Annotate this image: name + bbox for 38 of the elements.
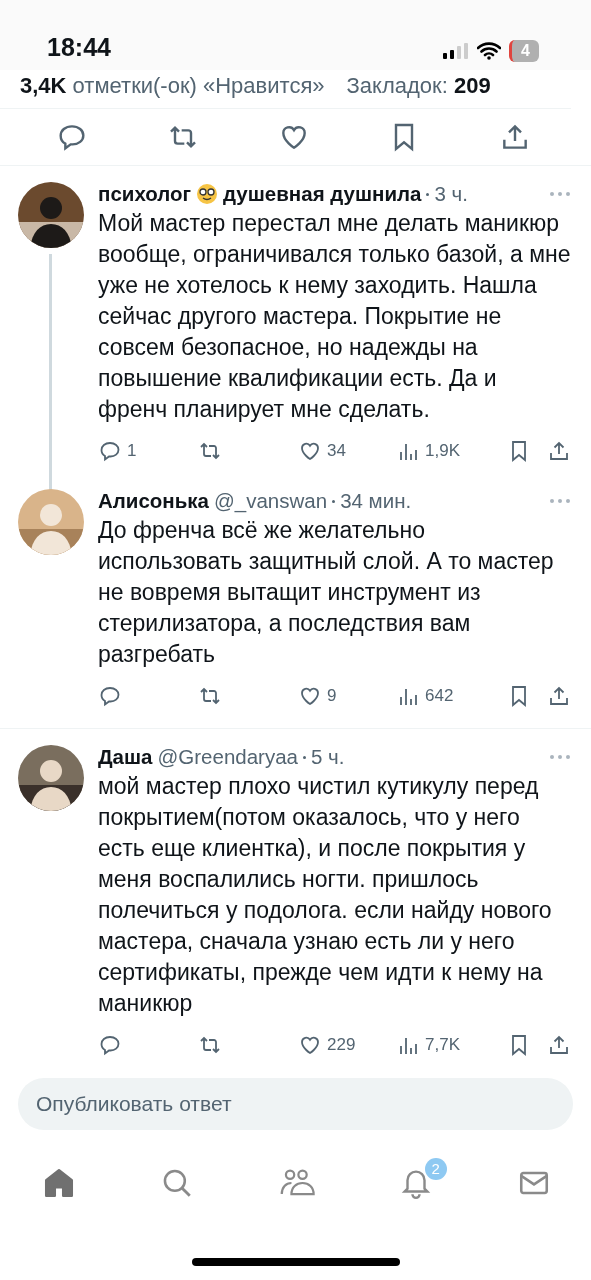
emoji-icon (196, 183, 219, 205)
author-name: Даша (98, 745, 153, 769)
author-name: психолог (98, 182, 192, 206)
author-handle: @_vanswan (214, 489, 328, 513)
status-time: 18:44 (47, 33, 111, 62)
reply-icon[interactable] (98, 1033, 122, 1057)
reply-text: До френча всё же желательно использовать защитный слой. А то мастер не вовремя вытащит инструмент из стерилизатора, а последствия вам разгребать (98, 516, 555, 669)
view-count: 642 (425, 686, 454, 706)
signal-icon (443, 43, 470, 59)
reply-count: 1 (127, 441, 137, 461)
reply-text: мой мастер плохо чистил кутикулу перед покрытием(потом оказалось, что у него есть еще клиентка), и после покрытия у меня воспалились ногти. пришлось полечиться у подолога. если найду нового мастера, сначала узнаю есть ли у него сертификаты, прежде чем идти к нему на маникюр (98, 772, 553, 1018)
share-icon[interactable] (547, 684, 571, 708)
separator-dot (426, 192, 430, 196)
bookmarks-stat: Закладок: 209 (346, 73, 491, 99)
separator-dot (302, 755, 306, 759)
like-count: 34 (327, 441, 346, 461)
view-count: 1,9K (425, 441, 460, 461)
reply-text: Мой мастер перестал мне делать маникюр вообще, ограничивался только базой, а мне уже не хотелось к нему заходить. Нашла сейчас другого мастера. Покрытие не совсем безопасное, но надежды на повышение квалификации есть. Да и френч планирует мне сделать. (98, 209, 571, 424)
reply-time: 34 мин. (340, 489, 412, 513)
reply-time: 3 ч. (434, 182, 468, 206)
author-handle: @Greendaryaa (157, 745, 298, 769)
reply-icon[interactable] (98, 684, 122, 708)
reply-time: 5 ч. (310, 745, 345, 769)
reply-input-field[interactable]: Опубликовать ответ (18, 1078, 573, 1130)
view-count: 7,7K (425, 1035, 460, 1055)
home-icon[interactable] (42, 1166, 76, 1200)
battery-indicator: 4 (509, 40, 539, 62)
reply-icon[interactable] (98, 439, 122, 463)
share-icon[interactable] (547, 439, 571, 463)
author-name-suffix: душевная душнила (223, 182, 422, 206)
like-count: 229 (327, 1035, 356, 1055)
wifi-icon (477, 42, 502, 60)
likes-stat: 3,4K отметки(-ок) «Нравится» (20, 73, 325, 99)
author-name: Алисонька (98, 489, 209, 513)
notification-badge: 2 (424, 1158, 447, 1180)
like-count: 9 (327, 686, 337, 706)
separator-dot (332, 499, 336, 503)
share-icon[interactable] (547, 1033, 571, 1057)
